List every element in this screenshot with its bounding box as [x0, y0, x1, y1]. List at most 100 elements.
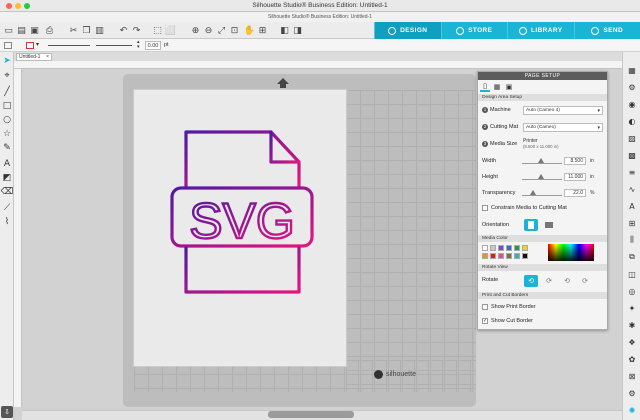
line-tool-icon[interactable]: ╱ — [1, 86, 13, 98]
color-swatch[interactable] — [506, 245, 512, 251]
point-edit-icon[interactable]: ⌖ — [1, 70, 13, 82]
color-swatches[interactable] — [482, 245, 548, 261]
zoom-drag-icon[interactable]: ⊞ — [257, 25, 268, 36]
line-color-icon[interactable]: ◨ — [292, 25, 303, 36]
library-panel-icon[interactable]: ◉ — [626, 98, 638, 110]
line-style-select[interactable] — [48, 45, 90, 46]
select-all-icon[interactable]: ⬚ — [152, 25, 163, 36]
color-swatch[interactable] — [482, 245, 488, 251]
open-folder-icon[interactable]: ▤ — [16, 25, 27, 36]
rotate-0-button[interactable]: ⟲ — [524, 275, 538, 287]
send-panel-icon[interactable]: ⚙ — [626, 81, 638, 93]
color-spectrum-picker[interactable] — [548, 244, 594, 261]
zoom-window-button[interactable] — [24, 3, 30, 9]
fill-panel-icon[interactable]: ◐ — [626, 115, 638, 127]
offset-icon[interactable]: ◎ — [626, 285, 638, 297]
eraser-tool-icon[interactable]: ⌫ — [1, 186, 14, 198]
color-swatch[interactable] — [490, 245, 496, 251]
text-tool-icon[interactable]: A — [1, 158, 13, 170]
zoom-page-icon[interactable]: ⊡ — [229, 25, 240, 36]
zoom-out-icon[interactable]: ⊖ — [203, 25, 214, 36]
shape-selector-icon[interactable] — [4, 42, 12, 49]
stroke-width-field[interactable]: 0.00 — [145, 41, 161, 50]
color-swatch[interactable] — [506, 253, 512, 259]
machine-select[interactable]: Auto (Cameo 4) ▾ — [523, 106, 603, 115]
color-swatch[interactable] — [490, 253, 496, 259]
show-cut-border-row[interactable]: ✓ Show Cut Border — [482, 316, 533, 326]
fill-icon[interactable]: ◧ — [279, 25, 290, 36]
width-slider[interactable] — [522, 158, 562, 164]
align-icon[interactable]: ⫼ — [626, 234, 638, 246]
line-end-select[interactable] — [96, 45, 132, 46]
trace-icon[interactable]: ✦ — [626, 302, 638, 314]
star-tool-icon[interactable]: ☆ — [1, 128, 13, 140]
nest-icon[interactable]: ✱ — [626, 319, 638, 331]
pen-tool-icon[interactable]: ✎ — [1, 142, 13, 154]
tab-send[interactable]: SEND — [573, 22, 640, 39]
preferences-icon[interactable]: ⚙ — [626, 387, 638, 399]
landscape-orientation-button[interactable] — [542, 219, 556, 231]
rectangle-tool-icon[interactable]: □ — [1, 100, 13, 112]
portrait-orientation-button[interactable] — [524, 219, 538, 231]
stroke-stepper[interactable]: ▴ ▾ — [137, 40, 140, 50]
height-slider-knob[interactable] — [538, 174, 544, 179]
pan-hand-icon[interactable]: ✋ — [244, 25, 255, 36]
rotate-180-button[interactable]: ⟲ — [560, 275, 574, 287]
page-tab-icon[interactable]: ▯ — [480, 81, 490, 92]
rotate-270-button[interactable]: ⟳ — [578, 275, 592, 287]
settings-gear-icon[interactable]: ✺ — [626, 404, 638, 416]
tab-design[interactable]: DESIGN — [374, 22, 441, 39]
layers-icon[interactable]: ❖ — [626, 336, 638, 348]
svg-file-design[interactable]: SVG — [134, 90, 346, 366]
color-swatch[interactable] — [498, 245, 504, 251]
barcode-icon[interactable]: ⊠ — [626, 370, 638, 382]
print-icon[interactable]: ⎙ — [44, 25, 55, 36]
close-window-button[interactable] — [6, 3, 12, 9]
show-print-border-row[interactable]: Show Print Border — [482, 302, 536, 312]
copy-icon[interactable]: ❐ — [81, 25, 92, 36]
transform-icon[interactable]: ⊞ — [626, 217, 638, 229]
constrain-checkbox[interactable] — [482, 204, 488, 211]
height-slider[interactable] — [522, 174, 562, 180]
transparency-field[interactable]: 22.0 — [564, 189, 586, 197]
transparency-slider-knob[interactable] — [530, 190, 536, 195]
media-page[interactable]: SVG — [134, 90, 346, 366]
pattern-panel-icon[interactable]: ▩ — [626, 149, 638, 161]
close-tab-icon[interactable]: × — [46, 54, 49, 61]
color-swatch[interactable] — [514, 245, 520, 251]
zoom-fit-icon[interactable]: ⤢ — [216, 25, 227, 36]
color-swatch[interactable] — [482, 253, 488, 259]
color-swatch[interactable] — [498, 253, 504, 259]
paste-icon[interactable]: ▥ — [94, 25, 105, 36]
select-tool-icon[interactable]: ➤ — [1, 55, 13, 67]
modify-icon[interactable]: ◫ — [626, 268, 638, 280]
sketch-panel-icon[interactable]: ∿ — [626, 183, 638, 195]
page-setup-icon[interactable]: ▦ — [626, 64, 638, 76]
transparency-slider[interactable] — [522, 190, 562, 196]
download-icon[interactable]: ⇩ — [1, 406, 13, 418]
height-field[interactable]: 11.000 — [564, 173, 586, 181]
knife-tool-icon[interactable]: ⟋ — [1, 202, 13, 214]
color-swatch[interactable] — [514, 253, 520, 259]
cut-icon[interactable]: ✂ — [68, 25, 79, 36]
deselect-icon[interactable]: ⬜ — [165, 25, 176, 36]
color-swatch[interactable] — [522, 245, 528, 251]
width-slider-knob[interactable] — [538, 158, 544, 163]
color-swatch[interactable] — [522, 253, 528, 259]
scrollbar-thumb[interactable] — [268, 411, 354, 418]
panel-header[interactable]: PAGE SETUP — [478, 72, 607, 80]
zoom-in-icon[interactable]: ⊕ — [190, 25, 201, 36]
fill-tool-icon[interactable]: ◩ — [1, 172, 13, 184]
tab-store[interactable]: STORE — [440, 22, 508, 39]
replicate-icon[interactable]: ⧉ — [626, 251, 638, 263]
ellipse-tool-icon[interactable]: ○ — [1, 114, 13, 126]
gradient-panel-icon[interactable]: ▨ — [626, 132, 638, 144]
undo-icon[interactable]: ↶ — [118, 25, 129, 36]
show-cut-border-checkbox[interactable]: ✓ — [482, 317, 488, 324]
grid-tab-icon[interactable]: ▦ — [492, 81, 502, 92]
show-print-border-checkbox[interactable] — [482, 303, 488, 310]
chevron-down-icon[interactable]: ▾ — [36, 41, 39, 48]
minimize-window-button[interactable] — [15, 3, 21, 9]
constrain-row[interactable]: Constrain Media to Cutting Mat — [482, 203, 567, 213]
redo-icon[interactable]: ↷ — [131, 25, 142, 36]
